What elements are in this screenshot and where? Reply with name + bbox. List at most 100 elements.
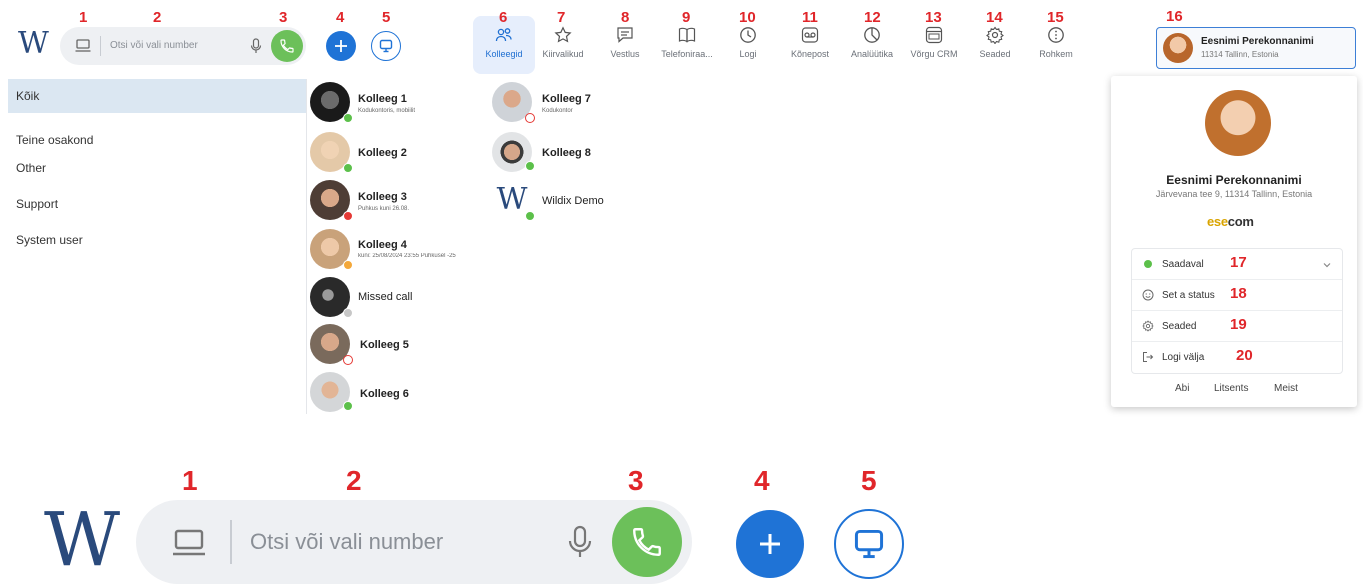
colleague-name: Kolleeg 6 bbox=[360, 388, 409, 400]
callout-16: 16 bbox=[1166, 8, 1183, 25]
tab-label: Kõnepost bbox=[790, 49, 830, 59]
monitor-icon bbox=[854, 529, 884, 559]
callout-9: 9 bbox=[682, 9, 691, 26]
logout-icon bbox=[1143, 352, 1154, 362]
microphone-icon[interactable] bbox=[250, 38, 262, 54]
crm-icon bbox=[925, 26, 943, 44]
callout-6: 6 bbox=[499, 9, 508, 26]
colleague-status: Puhkus kuni 26.08. bbox=[358, 206, 410, 212]
callout-1-zoom: 1 bbox=[182, 465, 198, 496]
colleague-item[interactable]: Missed call bbox=[310, 275, 490, 319]
search-bar-zoom[interactable]: Otsi või vali number bbox=[136, 500, 692, 584]
dialpad-laptop-icon[interactable] bbox=[172, 529, 206, 557]
status-online-icon bbox=[525, 161, 535, 171]
colleague-item[interactable]: Kolleeg 7 Kodukontor bbox=[492, 80, 672, 124]
chevron-down-icon bbox=[1323, 263, 1331, 268]
company-logo: esecom bbox=[1207, 214, 1254, 229]
callout-15: 15 bbox=[1047, 9, 1064, 26]
colleague-item[interactable]: Kolleeg 8 bbox=[492, 130, 672, 174]
smiley-icon bbox=[1142, 289, 1154, 301]
callout-11: 11 bbox=[802, 9, 818, 26]
group-item-koik[interactable]: Kõik bbox=[8, 79, 306, 113]
colleague-name: Wildix Demo bbox=[542, 195, 604, 207]
group-item-support[interactable]: Support bbox=[8, 187, 306, 221]
microphone-icon[interactable] bbox=[568, 525, 592, 559]
colleague-item[interactable]: Kolleeg 4 kuni: 25/08/2024 23:55 Puhkuse… bbox=[310, 227, 488, 271]
colleague-item[interactable]: Kolleeg 3 Puhkus kuni 26.08. bbox=[310, 178, 490, 222]
chat-icon bbox=[617, 27, 633, 43]
profile-name: Eesnimi Perekonnanimi bbox=[1166, 173, 1302, 187]
colleague-name: Kolleeg 5 bbox=[360, 339, 409, 351]
status-online-icon bbox=[525, 211, 535, 221]
callout-14: 14 bbox=[986, 9, 1003, 26]
add-button[interactable] bbox=[326, 31, 356, 61]
company-logo-prefix: ese bbox=[1207, 214, 1228, 229]
license-link[interactable]: Litsents bbox=[1214, 383, 1248, 394]
colleague-item[interactable]: Kolleeg 2 bbox=[310, 130, 490, 174]
avatar bbox=[1205, 90, 1271, 156]
colleague-item[interactable]: Kolleeg 5 bbox=[310, 322, 490, 366]
avatar bbox=[1163, 33, 1193, 63]
green-dot-icon bbox=[1144, 260, 1152, 268]
settings-label: Seaded bbox=[1162, 321, 1197, 332]
callout-4: 4 bbox=[336, 9, 345, 26]
colleague-item[interactable]: Kolleeg 6 bbox=[310, 370, 490, 414]
callout-4-zoom: 4 bbox=[754, 465, 770, 496]
callout-17: 17 bbox=[1230, 254, 1247, 271]
user-name: Eesnimi Perekonnanimi bbox=[1201, 36, 1314, 47]
callout-18: 18 bbox=[1230, 285, 1247, 302]
status-call-icon bbox=[343, 355, 353, 365]
colleague-item[interactable]: Kolleeg 1 Kodukontoris, mobiilit bbox=[310, 80, 490, 124]
screen-share-button-zoom[interactable] bbox=[834, 509, 904, 579]
callout-12: 12 bbox=[864, 9, 881, 26]
tab-label: Analüütika bbox=[850, 49, 894, 59]
call-button-zoom[interactable] bbox=[612, 507, 682, 577]
profile-card: Eesnimi Perekonnanimi Järvevana tee 9, 1… bbox=[1111, 76, 1357, 407]
screen-share-button[interactable] bbox=[371, 31, 401, 61]
help-link[interactable]: Abi bbox=[1175, 383, 1189, 394]
plus-icon bbox=[335, 40, 347, 52]
colleague-name: Kolleeg 8 bbox=[542, 147, 591, 159]
phone-icon bbox=[280, 39, 294, 53]
wildix-logo: W bbox=[18, 26, 49, 61]
dialpad-laptop-icon[interactable] bbox=[75, 39, 91, 53]
colleague-status: Kodukontor bbox=[542, 108, 573, 114]
callout-5-zoom: 5 bbox=[861, 465, 877, 496]
tab-label: Seaded bbox=[979, 49, 1011, 59]
colleague-status: kuni: 25/08/2024 23:55 Puhkusel -25 bbox=[358, 253, 456, 259]
callout-7: 7 bbox=[557, 9, 566, 26]
add-button-zoom[interactable] bbox=[736, 510, 804, 578]
status-call-icon bbox=[525, 113, 535, 123]
colleague-name: Kolleeg 2 bbox=[358, 147, 407, 159]
about-link[interactable]: Meist bbox=[1274, 383, 1298, 394]
callout-5: 5 bbox=[382, 9, 391, 26]
group-item-system-user[interactable]: System user bbox=[8, 223, 306, 257]
group-item-other[interactable]: Other bbox=[8, 151, 306, 185]
logout-label: Logi välja bbox=[1162, 352, 1205, 363]
colleague-status: Kodukontoris, mobiilit bbox=[358, 108, 416, 114]
phone-icon bbox=[633, 528, 661, 556]
status-away-icon bbox=[343, 260, 353, 270]
set-status-label: Set a status bbox=[1162, 290, 1215, 301]
callout-2-zoom: 2 bbox=[346, 465, 362, 496]
callout-20: 20 bbox=[1236, 347, 1253, 364]
company-logo-suffix: com bbox=[1227, 214, 1254, 229]
search-input[interactable]: Otsi või vali number bbox=[250, 529, 443, 555]
callout-3-zoom: 3 bbox=[628, 465, 644, 496]
star-icon bbox=[554, 26, 572, 43]
call-button[interactable] bbox=[271, 30, 303, 62]
callout-3: 3 bbox=[279, 9, 288, 26]
gear-icon bbox=[986, 26, 1004, 44]
monitor-icon bbox=[379, 39, 393, 53]
status-online-icon bbox=[343, 163, 353, 173]
more-icon bbox=[1048, 27, 1064, 43]
search-bar[interactable]: Otsi või vali number bbox=[60, 27, 306, 65]
status-busy-icon bbox=[343, 211, 353, 221]
clock-icon bbox=[740, 27, 756, 43]
user-profile-chip[interactable]: Eesnimi Perekonnanimi 11314 Tallinn, Est… bbox=[1156, 27, 1356, 69]
status-online-icon bbox=[343, 113, 353, 123]
search-input[interactable]: Otsi või vali number bbox=[110, 40, 198, 51]
colleague-item[interactable]: W Wildix Demo bbox=[492, 178, 672, 222]
colleague-name: Kolleeg 4 bbox=[358, 239, 407, 251]
pie-chart-icon bbox=[864, 27, 880, 43]
